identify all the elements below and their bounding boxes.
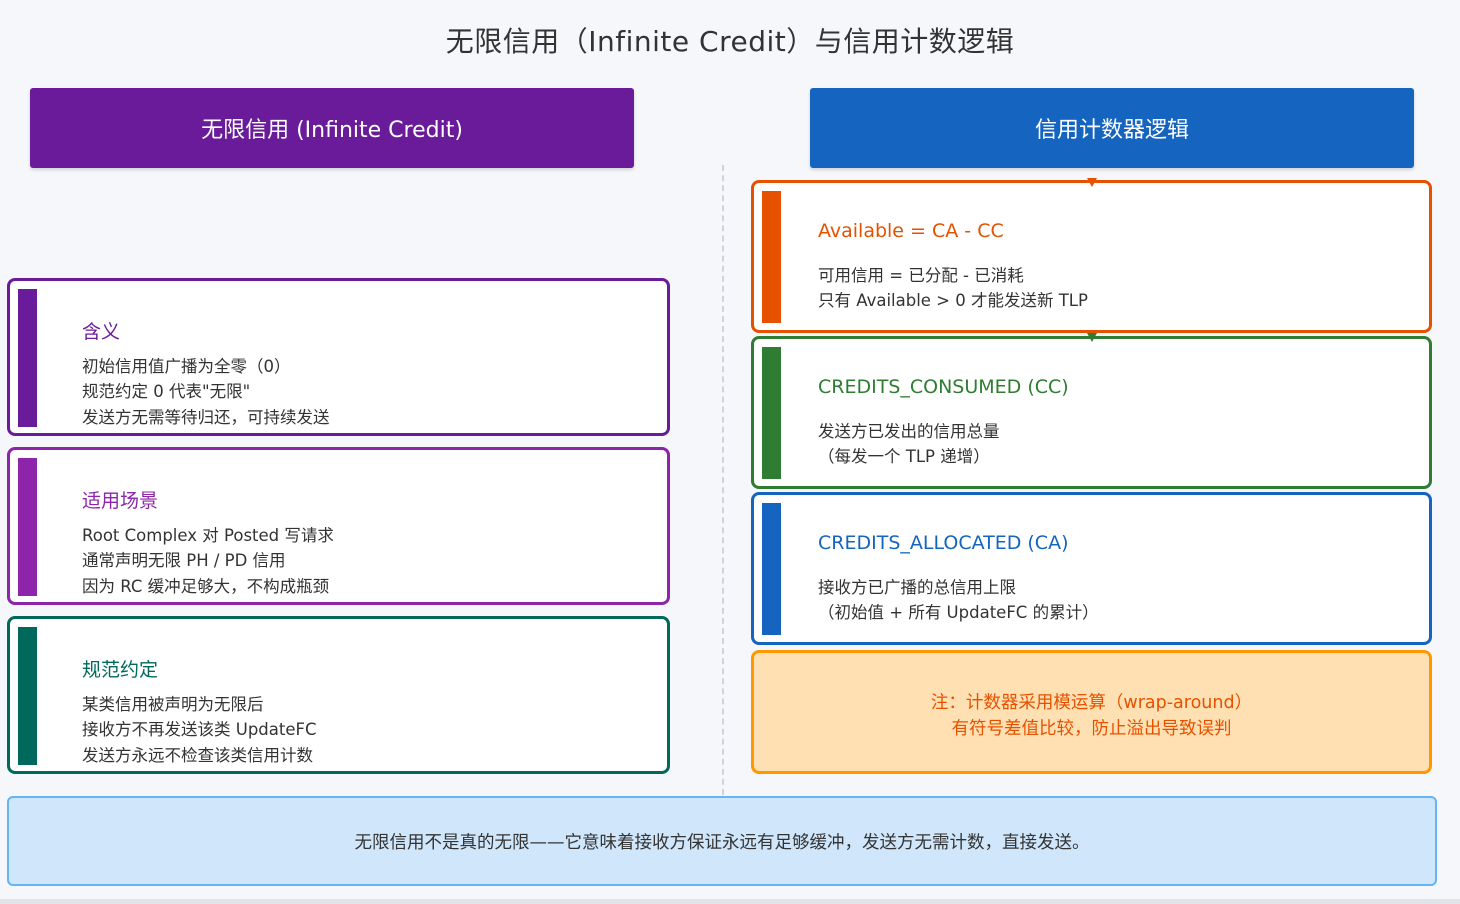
note-line: 注：计数器采用模运算（wrap-around） <box>930 693 1253 713</box>
card-line: 可用信用 = 已分配 - 已消耗 <box>818 266 1024 285</box>
right-column-header: 信用计数器逻辑 <box>810 88 1414 168</box>
meaning-card: 含义 初始信用值广播为全零（0） 规范约定 0 代表"无限" 发送方无需等待归还… <box>7 278 670 436</box>
left-header-label: 无限信用 (Infinite Credit) <box>201 118 463 143</box>
card-line: 规范约定 0 代表"无限" <box>82 382 251 401</box>
card-line: 接收方不再发送该类 UpdateFC <box>82 720 317 739</box>
note-line: 有符号差值比较，防止溢出导致误判 <box>951 719 1232 739</box>
bottom-border <box>0 899 1460 904</box>
card-line: 发送方已发出的信用总量 <box>818 422 1000 441</box>
card-line: 因为 RC 缓冲足够大，不构成瓶颈 <box>82 577 330 596</box>
credits-consumed-card: CREDITS_CONSUMED (CC) 发送方已发出的信用总量 （每发一个 … <box>751 336 1432 489</box>
card-line: 发送方永远不检查该类信用计数 <box>82 746 313 765</box>
card-line: 接收方已广播的总信用上限 <box>818 578 1016 597</box>
wraparound-note: 注：计数器采用模运算（wrap-around） 有符号差值比较，防止溢出导致误判 <box>751 650 1432 774</box>
card-accent-bar <box>762 503 781 635</box>
right-header-label: 信用计数器逻辑 <box>1034 118 1189 143</box>
card-accent-bar <box>18 289 37 427</box>
summary-text: 无限信用不是真的无限——它意味着接收方保证永远有足够缓冲，发送方无需计数，直接发… <box>354 832 1090 853</box>
left-column-header: 无限信用 (Infinite Credit) <box>30 88 634 168</box>
card-title: Available = CA - CC <box>818 220 1004 242</box>
card-line: 初始信用值广播为全零（0） <box>82 357 291 376</box>
card-accent-bar <box>762 191 781 323</box>
spec-rule-card: 规范约定 某类信用被声明为无限后 接收方不再发送该类 UpdateFC 发送方永… <box>7 616 670 774</box>
card-line: 某类信用被声明为无限后 <box>82 695 264 714</box>
card-accent-bar <box>762 347 781 479</box>
card-line: 只有 Available > 0 才能发送新 TLP <box>818 291 1088 310</box>
card-line: （每发一个 TLP 递增） <box>818 447 990 466</box>
available-card: Available = CA - CC 可用信用 = 已分配 - 已消耗 只有 … <box>751 180 1432 333</box>
summary-banner: 无限信用不是真的无限——它意味着接收方保证永远有足够缓冲，发送方无需计数，直接发… <box>7 796 1437 886</box>
card-title: CREDITS_CONSUMED (CC) <box>818 376 1069 398</box>
card-line: 通常声明无限 PH / PD 信用 <box>82 551 286 570</box>
use-case-card: 适用场景 Root Complex 对 Posted 写请求 通常声明无限 PH… <box>7 447 670 605</box>
card-accent-bar <box>18 458 37 596</box>
card-title: 适用场景 <box>82 490 159 512</box>
page-title: 无限信用（Infinite Credit）与信用计数逻辑 <box>445 25 1015 58</box>
arrow-down-icon <box>1087 178 1097 187</box>
card-title: 规范约定 <box>82 659 159 681</box>
card-title: CREDITS_ALLOCATED (CA) <box>818 532 1069 554</box>
card-accent-bar <box>18 627 37 765</box>
card-line: （初始值 + 所有 UpdateFC 的累计） <box>818 603 1099 622</box>
column-divider <box>722 165 724 795</box>
card-title: 含义 <box>82 321 121 343</box>
card-line: Root Complex 对 Posted 写请求 <box>82 526 334 545</box>
arrow-down-icon <box>1087 333 1097 342</box>
card-line: 发送方无需等待归还，可持续发送 <box>82 408 330 427</box>
credits-allocated-card: CREDITS_ALLOCATED (CA) 接收方已广播的总信用上限 （初始值… <box>751 492 1432 645</box>
